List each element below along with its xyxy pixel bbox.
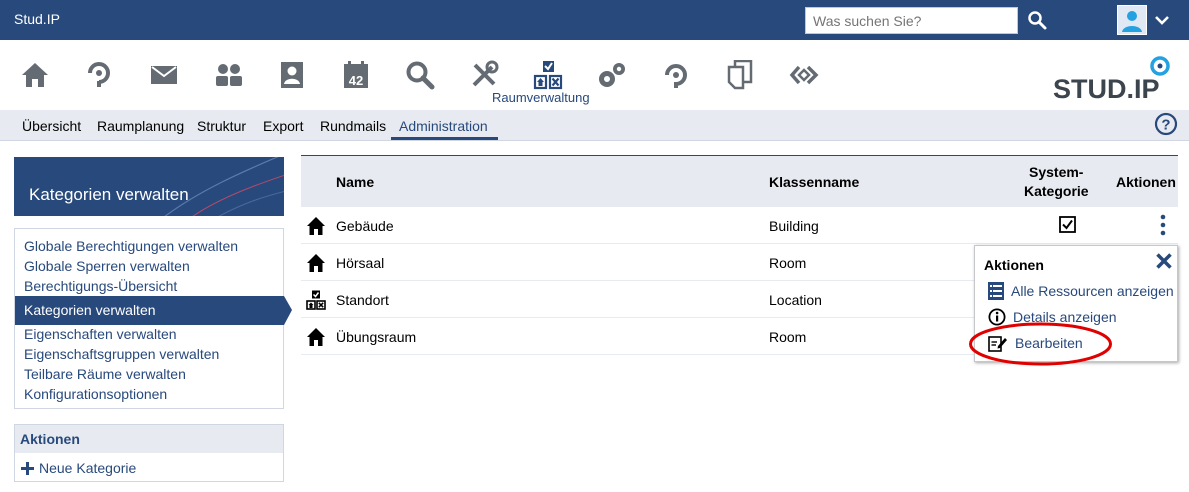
row-classname: Building: [769, 218, 819, 234]
nav-admin[interactable]: [594, 57, 630, 93]
sidebar-item-categories[interactable]: Kategorien verwalten: [15, 296, 284, 325]
table-row: Gebäude Building: [301, 207, 1178, 244]
search-nav-icon: [406, 61, 435, 90]
menu-item-label: Bearbeiten: [1015, 335, 1083, 351]
nav-search[interactable]: [402, 57, 438, 93]
menu-item-label: Details anzeigen: [1013, 309, 1117, 325]
menu-item-details[interactable]: Details anzeigen: [988, 308, 1117, 326]
plus-icon: [21, 461, 34, 475]
house-icon: [307, 328, 325, 346]
new-category-label: Neue Kategorie: [39, 460, 137, 476]
help-icon[interactable]: ?: [1154, 112, 1178, 136]
col-header-system-line2: Kategorie: [1024, 183, 1089, 199]
action-menu: Aktionen Alle Ressourcen anzeigen Detail…: [974, 245, 1178, 362]
sidebar-item-properties[interactable]: Eigenschaften verwalten: [24, 326, 177, 342]
tab-rundmails[interactable]: Rundmails: [320, 118, 386, 134]
nav-calendar[interactable]: 42: [338, 57, 374, 93]
nav-community[interactable]: [211, 57, 247, 93]
nav-profile[interactable]: [274, 57, 310, 93]
sidebar-item-property-groups[interactable]: Eigenschaftsgruppen verwalten: [24, 346, 219, 362]
col-header-system-line1: System-: [1029, 164, 1084, 180]
list-icon: [988, 282, 1004, 300]
house-icon: [307, 217, 325, 235]
brand-title: Stud.IP: [14, 11, 60, 27]
courses-icon: [88, 62, 110, 87]
active-nav-label: Raumverwaltung: [492, 90, 590, 105]
sidebar-item-separable-rooms[interactable]: Teilbare Räume verwalten: [24, 366, 186, 382]
search-input[interactable]: [805, 7, 1018, 34]
plugins-icon: [789, 65, 819, 85]
tab-bar: Übersicht Raumplanung Struktur Export Ru…: [0, 110, 1189, 141]
action-menu-title: Aktionen: [984, 257, 1044, 273]
sidebar-item-permission-overview[interactable]: Berechtigungs-Übersicht: [24, 278, 177, 294]
nav-files[interactable]: [658, 57, 694, 93]
col-header-name[interactable]: Name: [336, 174, 374, 190]
profile-icon: [281, 62, 303, 88]
nav-documents[interactable]: [722, 57, 758, 93]
sidebar-item-global-permissions[interactable]: Globale Berechtigungen verwalten: [24, 238, 238, 254]
documents-icon: [727, 60, 753, 90]
user-avatar-icon: [1118, 6, 1146, 34]
active-tab-indicator: [391, 137, 498, 140]
admin-icon: [599, 63, 625, 87]
nav-plugins[interactable]: [786, 57, 822, 93]
resources-icon: [533, 61, 563, 90]
studip-logo: STUD.IP: [1053, 56, 1170, 104]
sidebar-actions-title: Aktionen: [15, 425, 283, 453]
svg-text:42: 42: [349, 73, 363, 88]
logo-text: STUD.IP: [1053, 74, 1160, 104]
tab-uebersicht[interactable]: Übersicht: [22, 118, 81, 134]
kebab-menu-icon[interactable]: [1158, 214, 1168, 236]
nav-resources[interactable]: [530, 57, 566, 93]
search-icon[interactable]: [1026, 9, 1048, 31]
row-name[interactable]: Übungsraum: [336, 329, 416, 345]
location-icon: [306, 290, 326, 310]
menu-item-all-resources[interactable]: Alle Ressourcen anzeigen: [988, 282, 1174, 300]
row-classname: Room: [769, 255, 807, 271]
col-header-classname[interactable]: Klassenname: [769, 174, 859, 190]
calendar-icon: 42: [344, 61, 368, 88]
tab-administration[interactable]: Administration: [399, 118, 488, 134]
col-header-actions: Aktionen: [1116, 174, 1176, 190]
table-header: Name Klassenname System- Kategorie Aktio…: [301, 155, 1178, 207]
tab-struktur[interactable]: Struktur: [197, 118, 246, 134]
new-category-link[interactable]: Neue Kategorie: [21, 460, 136, 476]
nav-courses[interactable]: [81, 57, 117, 93]
chevron-down-icon[interactable]: [1153, 11, 1171, 29]
edit-icon: [988, 336, 1007, 352]
tab-export[interactable]: Export: [263, 118, 303, 134]
row-classname: Location: [769, 292, 822, 308]
sidebar-title: Kategorien verwalten: [29, 185, 189, 204]
home-icon: [22, 63, 48, 87]
svg-text:?: ?: [1161, 117, 1170, 134]
tab-raumplanung[interactable]: Raumplanung: [97, 118, 184, 134]
sidebar-navigation: Globale Berechtigungen verwalten Globale…: [14, 228, 292, 409]
avatar[interactable]: [1117, 5, 1147, 35]
sidebar-actions: Aktionen Neue Kategorie: [14, 424, 284, 482]
active-item-arrow: [284, 296, 292, 325]
row-classname: Room: [769, 329, 807, 345]
nav-messages[interactable]: [146, 57, 182, 93]
sidebar-item-config-options[interactable]: Konfigurationsoptionen: [24, 386, 167, 402]
checkbox-checked-icon: [1059, 216, 1076, 233]
nav-tools[interactable]: [466, 57, 502, 93]
info-icon: [988, 308, 1006, 326]
main-navigation: 42 Raumverwaltung STUD.IP: [0, 40, 1189, 110]
files-icon: [665, 64, 687, 88]
row-name[interactable]: Hörsaal: [336, 255, 384, 271]
close-icon[interactable]: [1155, 252, 1173, 270]
tools-icon: [472, 60, 499, 87]
house-icon: [307, 254, 325, 272]
row-name[interactable]: Standort: [336, 292, 389, 308]
menu-item-label: Alle Ressourcen anzeigen: [1011, 283, 1174, 299]
top-bar: Stud.IP: [0, 0, 1189, 40]
row-name[interactable]: Gebäude: [336, 218, 394, 234]
community-icon: [216, 64, 242, 86]
nav-home[interactable]: [17, 57, 53, 93]
menu-item-edit[interactable]: Bearbeiten: [988, 334, 1083, 352]
sidebar-item-global-locks[interactable]: Globale Sperren verwalten: [24, 258, 190, 274]
sidebar-header: Kategorien verwalten: [14, 157, 284, 216]
messages-icon: [151, 66, 177, 84]
